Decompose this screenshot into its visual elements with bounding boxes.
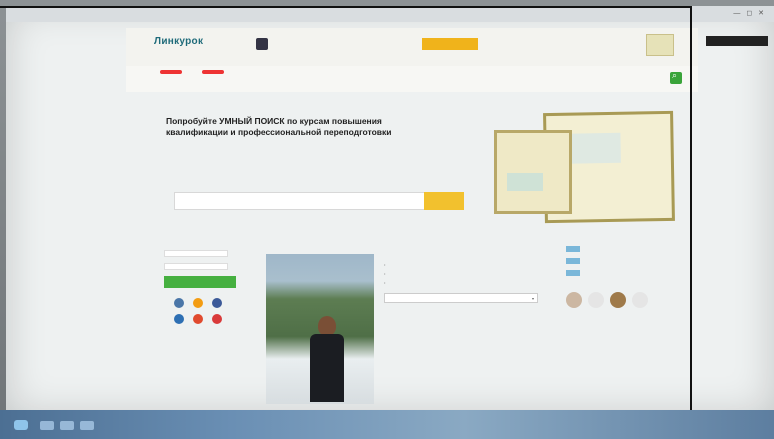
login-field[interactable] <box>164 250 228 257</box>
password-field[interactable] <box>164 263 228 270</box>
start-button-icon[interactable] <box>14 420 28 430</box>
course-search-button[interactable] <box>424 192 464 210</box>
hero-title: Попробуйте УМНЫЙ ПОИСК по курсам повышен… <box>166 116 392 137</box>
login-sidebar <box>164 250 244 324</box>
screen-edge-right <box>690 6 692 439</box>
login-button[interactable] <box>164 276 236 288</box>
right-list-item[interactable] <box>566 258 676 264</box>
site-header: Линкурок <box>126 28 698 66</box>
promo-icon <box>256 38 268 50</box>
taskbar <box>0 410 774 439</box>
profile-content <box>156 228 686 416</box>
profile-info <box>384 254 544 307</box>
right-list-item[interactable] <box>566 270 676 276</box>
profile-detail <box>384 280 544 285</box>
promo-button[interactable] <box>422 38 478 50</box>
avatar[interactable] <box>632 292 648 308</box>
course-search-input[interactable] <box>174 192 426 210</box>
item-thumbnail <box>566 246 580 252</box>
profile-section-select[interactable] <box>384 293 538 304</box>
search-icon[interactable] <box>670 70 682 84</box>
certificate-thumbnail <box>646 34 674 56</box>
person-figure <box>310 316 344 402</box>
main-nav <box>126 66 698 92</box>
taskbar-app-icon[interactable] <box>40 421 54 430</box>
taskbar-app-icon[interactable] <box>80 421 94 430</box>
item-thumbnail <box>566 270 580 276</box>
google-icon[interactable] <box>193 314 203 324</box>
taskbar-app-icon[interactable] <box>60 421 74 430</box>
window-controls[interactable]: — ◻ ✕ <box>733 9 766 17</box>
browser-screen: — ◻ ✕ Линкурок Попробуйте УМНЫЙ ПОИСК по… <box>6 6 774 416</box>
yandex-icon[interactable] <box>212 314 222 324</box>
odnoklassniki-icon[interactable] <box>193 298 203 308</box>
screen-edge-top <box>0 6 690 8</box>
hero-banner: Попробуйте УМНЫЙ ПОИСК по курсам повышен… <box>166 104 686 224</box>
social-login-grid <box>174 298 244 324</box>
item-thumbnail <box>566 258 580 264</box>
profile-detail <box>384 271 544 276</box>
vk-icon[interactable] <box>174 298 184 308</box>
mailru-icon[interactable] <box>174 314 184 324</box>
avatar[interactable] <box>566 292 582 308</box>
person-body <box>310 334 344 402</box>
certificate-image <box>494 130 572 214</box>
facebook-icon[interactable] <box>212 298 222 308</box>
certificate-seal <box>507 173 543 191</box>
nav-badge <box>202 70 224 74</box>
site-logo[interactable]: Линкурок <box>154 36 203 47</box>
profile-detail <box>384 262 544 267</box>
browser-tab-bar: — ◻ ✕ <box>6 6 774 22</box>
right-list-item[interactable] <box>566 246 676 252</box>
profile-photo <box>266 254 374 404</box>
nav-badge <box>160 70 182 74</box>
avatar[interactable] <box>588 292 604 308</box>
avatar-row <box>566 292 676 308</box>
right-sidebar <box>566 238 676 308</box>
person-head <box>318 316 336 336</box>
avatar[interactable] <box>610 292 626 308</box>
side-panel-bar <box>706 36 768 46</box>
